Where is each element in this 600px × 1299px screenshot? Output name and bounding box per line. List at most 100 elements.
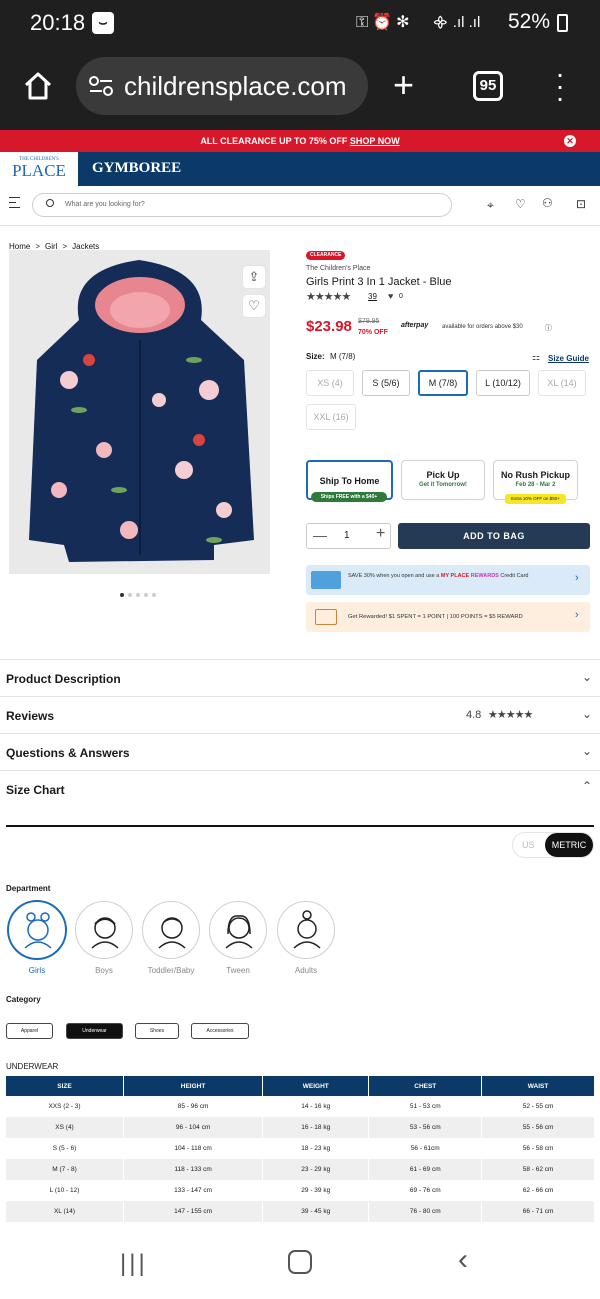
unit-metric[interactable]: METRIC <box>545 833 593 857</box>
hamburger-menu-icon[interactable] <box>9 197 20 208</box>
discount-percent: 70% OFF <box>358 329 388 336</box>
tcp-logo[interactable]: THE CHILDREN'S PLACE <box>0 152 78 186</box>
dept-boys[interactable] <box>75 901 133 959</box>
table-cell: 18 - 23 kg <box>301 1145 331 1152</box>
ship-title: Ship To Home <box>319 476 380 486</box>
carousel-dot[interactable] <box>152 593 156 597</box>
dept-girls[interactable] <box>8 901 66 959</box>
category-shoes[interactable]: Shoes <box>135 1023 179 1039</box>
table-cell: 39 - 45 kg <box>263 1201 369 1222</box>
recent-apps-icon[interactable]: ||| <box>120 1250 148 1278</box>
store-locator-icon[interactable]: ⌖ <box>487 198 494 213</box>
chevron-right-icon[interactable]: › <box>575 572 579 584</box>
product-title: Girls Print 3 In 1 Jacket - Blue <box>306 276 452 288</box>
size-table: SIZE HEIGHT WEIGHT CHEST WAIST XXS (2 - … <box>5 1076 595 1222</box>
size-option-s[interactable]: S (5/6) <box>362 370 410 396</box>
dept-tween[interactable] <box>209 901 267 959</box>
ruler-icon: ⚏ <box>532 352 541 362</box>
size-chart-accordion[interactable]: Size Chart ⌃ <box>0 770 600 807</box>
menu-icon[interactable]: · · · <box>553 60 567 112</box>
extra-off-tag: Extra 10% OFF on $50+ <box>505 494 566 504</box>
search-icon <box>46 199 54 207</box>
add-to-bag-button[interactable]: ADD TO BAG <box>398 523 590 549</box>
size-option-l[interactable]: L (10/12) <box>476 370 530 396</box>
category-apparel[interactable]: Apparel <box>6 1023 53 1039</box>
chevron-up-icon: ⌃ <box>581 779 592 793</box>
home-nav-icon[interactable] <box>288 1250 312 1274</box>
clock: 20:18 <box>30 10 86 35</box>
size-option-xxl[interactable]: XXL (16) <box>306 404 356 430</box>
battery-icon <box>557 14 568 32</box>
carousel-dot[interactable] <box>144 593 148 597</box>
table-cell: 61 - 69 cm <box>369 1159 482 1180</box>
category-underwear[interactable]: Underwear <box>66 1023 123 1039</box>
size-option-xs[interactable]: XS (4) <box>306 370 354 396</box>
dept-toddler-baby[interactable] <box>142 901 200 959</box>
accordion-title: Product Description <box>6 672 121 686</box>
table-row: M (7 - 8) 118 - 133 cm 23 - 29 kg 61 - 69 c… <box>6 1159 594 1180</box>
back-icon[interactable]: ‹ <box>458 1243 468 1277</box>
url-text[interactable]: childrensplace.com <box>124 71 347 102</box>
chevron-down-icon: ⌄ <box>581 744 592 758</box>
qty-increase-button[interactable]: + <box>376 525 385 543</box>
original-price: $79.95 <box>358 318 380 325</box>
qty-decrease-button[interactable]: — <box>313 527 327 543</box>
credit-card-promo[interactable] <box>306 565 590 595</box>
table-cell: L (10 - 12) <box>49 1187 80 1194</box>
table-cell: 133 - 147 cm <box>174 1187 213 1194</box>
sale-price: $23.98 <box>306 318 352 335</box>
site-settings-icon[interactable] <box>88 74 114 98</box>
pick-up-option[interactable]: Pick Up Get it Tomorrow! <box>401 460 485 500</box>
carousel-dot[interactable] <box>136 593 140 597</box>
gymboree-logo[interactable]: GYMBOREE <box>92 160 181 177</box>
table-cell: 51 - 53 cm <box>409 1103 441 1110</box>
table-cell: 58 - 62 cm <box>482 1159 594 1180</box>
star-rating-icon: ★★★★★ <box>306 291 351 303</box>
category-accessories[interactable]: Accessories <box>191 1023 249 1039</box>
wishlist-icon[interactable]: ♡ <box>515 197 526 211</box>
heart-count-icon: ♥ <box>388 291 394 301</box>
new-tab-icon[interactable]: + <box>393 64 414 106</box>
account-icon[interactable]: ⚇ <box>542 196 553 210</box>
share-icon[interactable]: ⇪ <box>242 265 266 289</box>
table-cell: S (5 - 6) <box>52 1145 77 1152</box>
carousel-dot[interactable] <box>128 593 132 597</box>
table-row: XXS (2 - 3) 85 - 96 cm 14 - 16 kg 51 - 53 c… <box>6 1096 594 1117</box>
close-icon[interactable]: ✕ <box>564 135 576 147</box>
chevron-right-icon[interactable]: › <box>575 609 579 621</box>
shop-now-link[interactable]: SHOP NOW <box>350 136 400 146</box>
table-cell: 62 - 66 cm <box>522 1187 554 1194</box>
home-icon[interactable] <box>20 68 56 104</box>
tab-count-button[interactable]: 95 <box>473 71 503 101</box>
table-cell: 14 - 16 kg <box>301 1103 331 1110</box>
size-option-m[interactable]: M (7/8) <box>418 370 468 396</box>
size-guide-link[interactable]: Size Guide <box>548 354 589 363</box>
wishlist-heart-icon[interactable]: ♡ <box>242 294 266 318</box>
table-cell: XS (4) <box>6 1117 124 1138</box>
qa-accordion[interactable]: Questions & Answers ⌄ <box>0 733 600 770</box>
qty-value[interactable]: 1 <box>344 530 350 541</box>
average-rating: 4.8 <box>466 709 482 721</box>
credit-card-icon <box>311 571 341 589</box>
carousel-dot-active[interactable] <box>120 593 124 597</box>
table-header: WEIGHT <box>263 1076 369 1096</box>
unit-us[interactable]: US <box>522 840 535 850</box>
pickup-sub: Get it Tomorrow! <box>419 482 467 488</box>
product-description-accordion[interactable]: Product Description ⌄ <box>0 659 600 696</box>
reviews-accordion[interactable]: Reviews 4.8 ★★★★★ ⌄ <box>0 696 600 733</box>
review-count-link[interactable]: 39 <box>368 292 377 301</box>
product-image[interactable] <box>9 250 270 574</box>
info-icon[interactable]: ⓘ <box>545 323 552 333</box>
clearance-badge: CLEARANCE <box>306 251 346 260</box>
bag-icon[interactable]: ⊡ <box>576 197 586 211</box>
selected-size: M (7/8) <box>330 352 356 361</box>
table-row: XL (14) 147 - 155 cm 39 - 45 kg 76 - 80 cm 6… <box>6 1201 594 1222</box>
size-option-xl[interactable]: XL (14) <box>538 370 586 396</box>
dept-adults[interactable] <box>277 901 335 959</box>
table-header-row: SIZE HEIGHT WEIGHT CHEST WAIST <box>6 1076 594 1096</box>
table-cell: 53 - 56 cm <box>369 1117 482 1138</box>
table-header: CHEST <box>369 1076 482 1096</box>
search-input[interactable]: What are you looking for? <box>32 193 452 217</box>
table-cell: 69 - 76 cm <box>409 1187 441 1194</box>
free-ship-tag: Ships FREE with a $40+ <box>311 492 387 502</box>
